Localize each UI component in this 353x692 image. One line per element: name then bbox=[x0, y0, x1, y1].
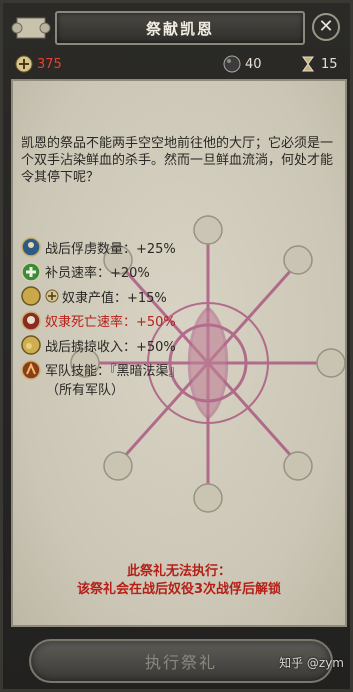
warning-line-1: 此祭礼无法执行： bbox=[126, 564, 231, 579]
coin-icon bbox=[21, 286, 41, 306]
effect-slave-death: 奴隶死亡速率：+50% bbox=[21, 309, 321, 333]
effect-army-ability-text: 军队技能：『黑暗法渠』 bbox=[45, 364, 182, 379]
ritual-lock-warning: 此祭礼无法执行： 该祭礼会在战后奴役3次战俘后解锁 bbox=[11, 563, 347, 599]
effect-loot-income: 战后掳掠收入：+50% bbox=[21, 333, 321, 357]
resource-corruption-value: 40 bbox=[245, 56, 262, 72]
resource-slaves-value: 375 bbox=[37, 56, 62, 72]
gold-coins-icon bbox=[21, 335, 41, 355]
ritual-description: 凯恩的祭品不能两手空空地前往他的大厅；它必须是一个双手沾染鲜血的杀手。然而一旦鲜… bbox=[21, 136, 334, 185]
captive-icon bbox=[21, 237, 41, 257]
effect-captives-text: 战后俘虏数量：+25% bbox=[45, 241, 176, 257]
hourglass-icon bbox=[302, 56, 314, 72]
page-title: 祭献凯恩 bbox=[145, 19, 214, 38]
resource-time: 15 bbox=[299, 53, 338, 75]
close-icon: ✕ bbox=[318, 16, 334, 37]
effect-slave-output-text: 奴隶产值：+15% bbox=[62, 290, 167, 306]
resource-time-value: 15 bbox=[321, 56, 338, 72]
watermark: 知乎 @zym bbox=[279, 656, 344, 670]
resource-slaves: 375 bbox=[15, 53, 62, 75]
effect-loot-income-text: 战后掳掠收入：+50% bbox=[45, 339, 176, 355]
warning-line-2: 该祭礼会在战后奴役3次战俘后解锁 bbox=[76, 582, 282, 597]
replenish-plus-icon bbox=[21, 261, 41, 282]
effect-replenishment-text: 补员速率：+20% bbox=[45, 266, 150, 281]
effect-replenishment: 补员速率：+20% bbox=[21, 260, 321, 284]
dark-conduit-icon bbox=[21, 359, 41, 380]
resource-corruption: 40 bbox=[223, 53, 262, 75]
effect-captives: 战后俘虏数量：+25% bbox=[21, 235, 321, 259]
effects-list: 战后俘虏数量：+25% 补员速率：+20% 奴隶产值：+15% 奴隶死亡速率：+… bbox=[21, 235, 321, 400]
effect-slave-death-text: 奴隶死亡速率：+50% bbox=[45, 315, 176, 330]
effect-slave-output: 奴隶产值：+15% bbox=[21, 284, 321, 308]
close-button[interactable]: ✕ bbox=[312, 13, 340, 41]
slave-chain-icon bbox=[15, 55, 33, 73]
scroll-icon bbox=[11, 17, 51, 39]
ritual-panel: 祭献凯恩 ✕ 375 40 15 凯恩的祭品不能两手空空地前往他的大厅；它必须是… bbox=[0, 0, 353, 692]
skull-icon bbox=[21, 310, 41, 331]
perform-ritual-label: 执行祭礼 bbox=[144, 653, 217, 672]
slave-chain-icon bbox=[45, 289, 59, 303]
dark-orb-icon bbox=[223, 55, 241, 73]
title-bar: 祭献凯恩 bbox=[55, 11, 305, 45]
effect-army-ability-scope: （所有军队） bbox=[46, 383, 125, 398]
effect-army-ability: 军队技能：『黑暗法渠』 bbox=[21, 358, 321, 382]
